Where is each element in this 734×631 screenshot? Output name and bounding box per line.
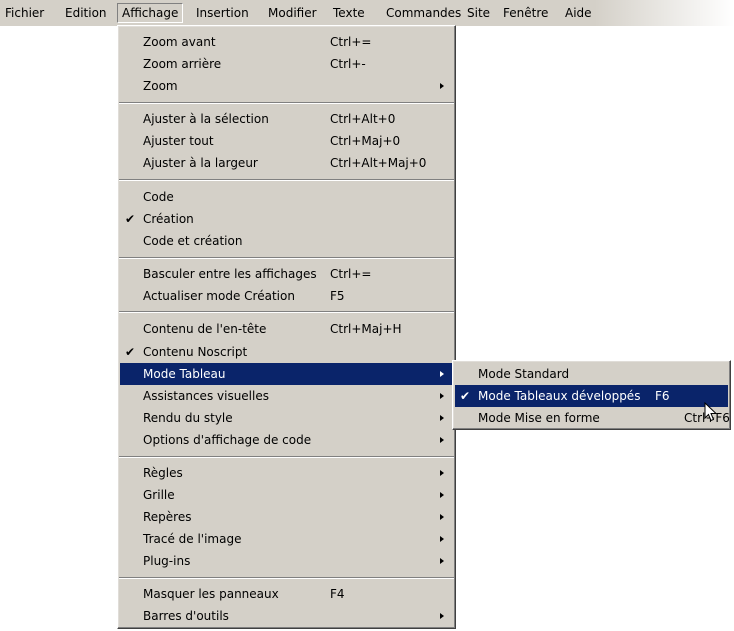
submenu-arrow-icon <box>440 470 444 476</box>
menu-item-rulers[interactable]: Règles <box>120 462 453 484</box>
menu-item-hide-panels[interactable]: Masquer les panneaux F4 <box>120 583 453 605</box>
menu-item-label: Repères <box>143 510 192 524</box>
menu-item-label: Règles <box>143 466 183 480</box>
menu-item-shortcut: F4 <box>330 587 345 601</box>
menu-item-label: Zoom avant <box>143 35 216 49</box>
menu-edition[interactable]: Edition <box>61 3 111 23</box>
menu-item-label: Code <box>143 190 174 204</box>
menu-item-tracing-image[interactable]: Tracé de l'image <box>120 528 453 550</box>
menu-site[interactable]: Site <box>463 3 494 23</box>
menu-item-zoom-in[interactable]: Zoom avant Ctrl+= <box>120 31 453 53</box>
submenu-arrow-icon <box>440 415 444 421</box>
menu-item-label: Contenu de l'en-tête <box>143 322 267 336</box>
menu-fenetre[interactable]: Fenêtre <box>499 3 552 23</box>
menu-item-zoom-out[interactable]: Zoom arrière Ctrl+- <box>120 53 453 75</box>
menu-bar: Fichier Edition Affichage Insertion Modi… <box>0 0 734 26</box>
menu-item-shortcut: Ctrl+- <box>330 57 366 71</box>
menu-item-label: Ajuster à la sélection <box>143 112 269 126</box>
menu-item-guides[interactable]: Repères <box>120 506 453 528</box>
menu-item-label: Ajuster à la largeur <box>143 156 258 170</box>
menu-separator <box>119 179 454 181</box>
menu-separator <box>119 456 454 458</box>
menu-separator <box>119 102 454 104</box>
menu-item-grid[interactable]: Grille <box>120 484 453 506</box>
menu-item-fit-all[interactable]: Ajuster tout Ctrl+Maj+0 <box>120 130 453 152</box>
menu-item-table-mode[interactable]: Mode Tableau <box>120 363 453 385</box>
menu-item-label: Actualiser mode Création <box>143 289 295 303</box>
checkmark-icon: ✔ <box>125 345 136 359</box>
menu-item-label: Contenu Noscript <box>143 345 248 359</box>
submenu-arrow-icon <box>440 613 444 619</box>
submenu-item-standard-mode[interactable]: Mode Standard <box>455 363 728 385</box>
submenu-item-layout-mode[interactable]: Mode Mise en forme Ctrl+F6 <box>455 407 730 429</box>
menubar-fade <box>594 0 734 26</box>
submenu-arrow-icon <box>440 371 444 377</box>
menu-item-label: Mode Tableau <box>143 367 226 381</box>
menu-item-shortcut: Ctrl+Alt+Maj+0 <box>330 156 427 170</box>
menu-item-label: Plug-ins <box>143 554 191 568</box>
menu-item-label: Zoom arrière <box>143 57 222 71</box>
menu-separator <box>119 577 454 579</box>
table-mode-submenu: Mode Standard ✔ Mode Tableaux développés… <box>452 360 731 430</box>
menu-item-shortcut: Ctrl+Maj+H <box>330 322 402 336</box>
menu-item-label: Mode Mise en forme <box>478 411 600 425</box>
menu-item-shortcut: Ctrl+= <box>330 35 372 49</box>
affichage-dropdown: Zoom avant Ctrl+= Zoom arrière Ctrl+- Zo… <box>117 25 456 629</box>
menu-item-style-rendering[interactable]: Rendu du style <box>120 407 453 429</box>
menu-item-label: Ajuster tout <box>143 134 214 148</box>
menu-insertion[interactable]: Insertion <box>192 3 253 23</box>
menu-separator <box>119 257 454 259</box>
menu-aide[interactable]: Aide <box>561 3 596 23</box>
menu-item-label: Code et création <box>143 234 243 248</box>
submenu-arrow-icon <box>440 536 444 542</box>
menu-separator <box>119 311 454 313</box>
menu-affichage[interactable]: Affichage <box>117 3 184 23</box>
checkmark-icon: ✔ <box>125 212 136 226</box>
menu-modifier[interactable]: Modifier <box>264 3 321 23</box>
menu-item-head-content[interactable]: Contenu de l'en-tête Ctrl+Maj+H <box>120 318 453 340</box>
menu-item-label: Mode Tableaux développés <box>478 389 641 403</box>
menu-item-code[interactable]: Code <box>120 186 453 208</box>
menu-item-refresh-design[interactable]: Actualiser mode Création F5 <box>120 285 453 307</box>
menu-item-label: Mode Standard <box>478 367 570 381</box>
menu-commandes[interactable]: Commandes <box>382 3 465 23</box>
submenu-arrow-icon <box>440 393 444 399</box>
menu-item-label: Tracé de l'image <box>143 532 242 546</box>
menu-item-label: Basculer entre les affichages <box>143 267 317 281</box>
menu-fichier[interactable]: Fichier <box>1 3 48 23</box>
menu-item-label: Grille <box>143 488 175 502</box>
menu-item-shortcut: Ctrl+Alt+0 <box>330 112 396 126</box>
mouse-cursor-icon <box>704 402 718 422</box>
menu-item-label: Rendu du style <box>143 411 233 425</box>
menu-item-label: Masquer les panneaux <box>143 587 279 601</box>
submenu-arrow-icon <box>440 437 444 443</box>
menu-item-label: Assistances visuelles <box>143 389 269 403</box>
menu-item-fit-selection[interactable]: Ajuster à la sélection Ctrl+Alt+0 <box>120 108 453 130</box>
menu-item-fit-width[interactable]: Ajuster à la largeur Ctrl+Alt+Maj+0 <box>120 152 453 174</box>
submenu-arrow-icon <box>440 83 444 89</box>
menu-item-design[interactable]: ✔ Création <box>120 208 453 230</box>
menu-item-zoom[interactable]: Zoom <box>120 75 453 97</box>
menu-item-label: Création <box>143 212 194 226</box>
menu-texte[interactable]: Texte <box>329 3 369 23</box>
submenu-item-expanded-tables-mode[interactable]: ✔ Mode Tableaux développés F6 <box>455 385 728 407</box>
menu-item-noscript-content[interactable]: ✔ Contenu Noscript <box>120 341 453 363</box>
submenu-arrow-icon <box>440 492 444 498</box>
menu-item-shortcut: Ctrl+= <box>330 267 372 281</box>
menu-item-label: Barres d'outils <box>143 609 229 623</box>
menu-item-code-view-options[interactable]: Options d'affichage de code <box>120 429 453 451</box>
checkmark-icon: ✔ <box>460 389 471 403</box>
menu-item-switch-views[interactable]: Basculer entre les affichages Ctrl+= <box>120 263 453 285</box>
menu-item-label: Zoom <box>143 79 178 93</box>
menu-item-code-and-design[interactable]: Code et création <box>120 230 453 252</box>
menu-item-toolbars[interactable]: Barres d'outils <box>120 605 453 627</box>
menu-item-shortcut: F6 <box>655 389 670 403</box>
menu-item-shortcut: Ctrl+Maj+0 <box>330 134 401 148</box>
submenu-arrow-icon <box>440 558 444 564</box>
submenu-arrow-icon <box>440 514 444 520</box>
menu-item-visual-aids[interactable]: Assistances visuelles <box>120 385 453 407</box>
menu-item-shortcut: F5 <box>330 289 345 303</box>
menu-item-plugins[interactable]: Plug-ins <box>120 550 453 572</box>
menu-item-label: Options d'affichage de code <box>143 433 312 447</box>
